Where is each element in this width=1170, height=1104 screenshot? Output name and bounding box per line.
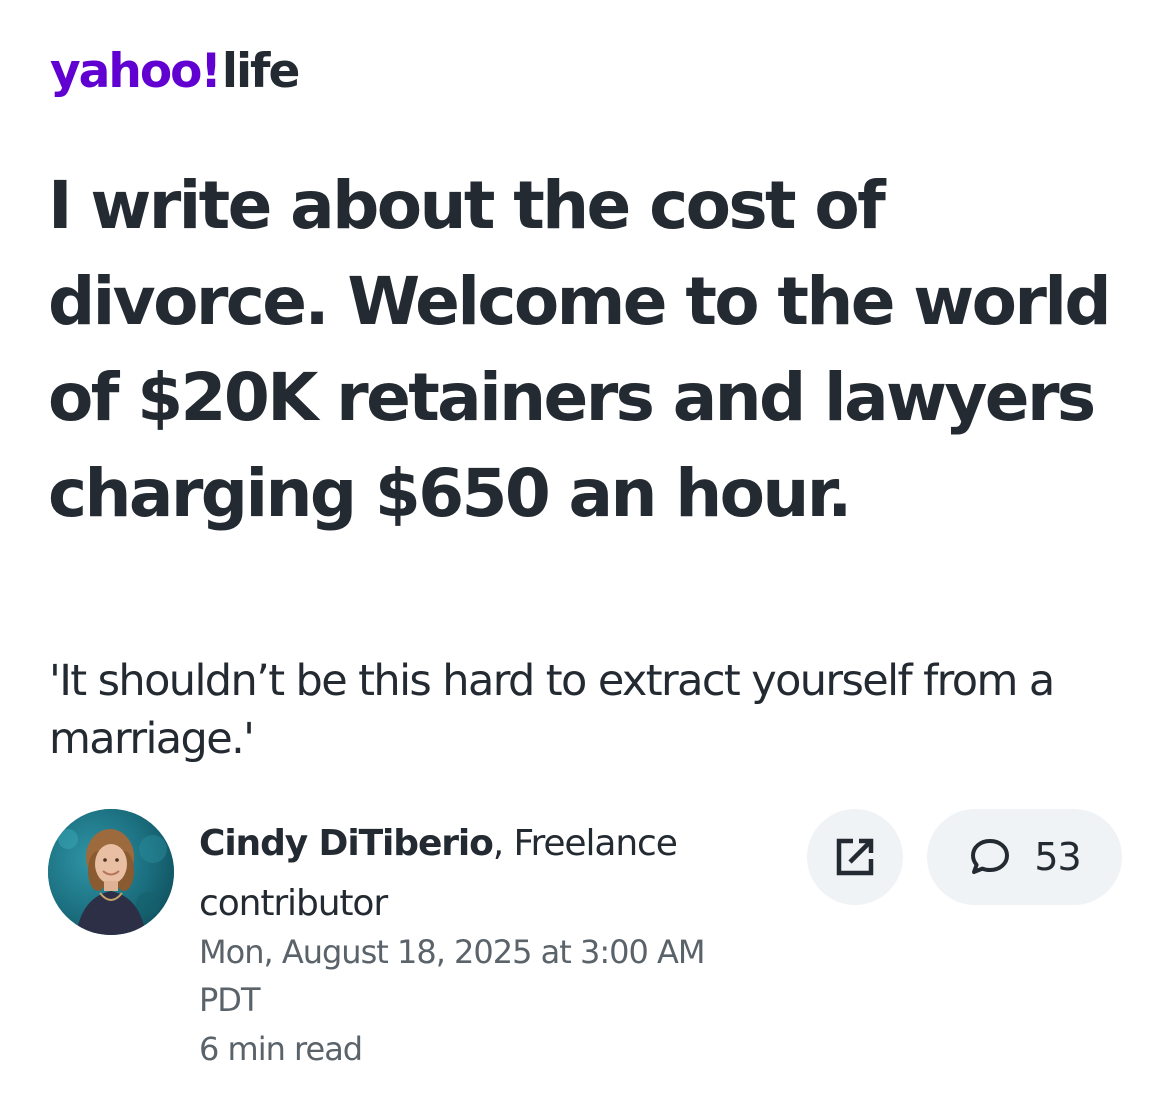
comments-button[interactable]: 53 [927,809,1122,905]
article-subheadline: 'It shouldn’t be this hard to extract yo… [49,656,1055,764]
brand-section: life [221,44,301,99]
byline-separator: , [492,823,504,864]
author-name-link[interactable]: Cindy DiTiberio [199,823,494,864]
byline: Cindy DiTiberio, Freelance contributor [199,814,759,934]
speech-bubble-icon [971,839,1010,874]
share-button[interactable] [807,809,903,905]
share-external-icon [836,838,874,876]
comment-count: 53 [1034,835,1081,879]
article-headline: I write about the cost of divorce. Welco… [48,167,1112,532]
read-time: 6 min read [199,1030,363,1068]
yahoo-life-logo[interactable]: yahoo! life [50,44,301,110]
brand-yahoo: yahoo! [50,44,222,99]
article-header: yahoo! life I write about the cost of di… [0,0,1170,1104]
publish-date: Mon, August 18, 2025 at 3:00 AM PDT [199,933,706,1019]
author-photo [48,809,174,935]
author-avatar[interactable] [48,809,174,935]
